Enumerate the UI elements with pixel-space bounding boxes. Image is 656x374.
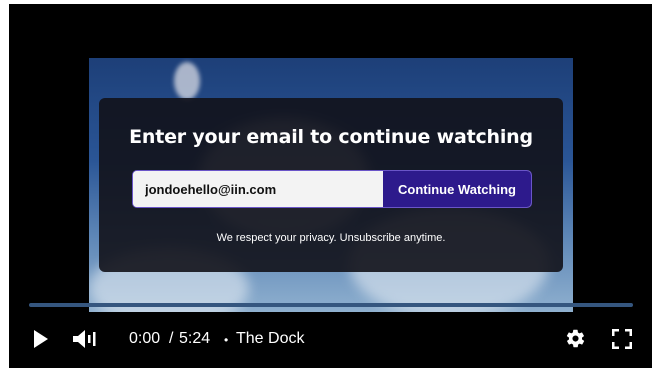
video-title: The Dock: [236, 330, 305, 347]
play-button[interactable]: [32, 329, 50, 349]
progress-bar[interactable]: [29, 303, 633, 307]
continue-watching-button[interactable]: Continue Watching: [383, 171, 531, 207]
email-form: Continue Watching: [132, 170, 532, 208]
current-time: 0:00: [129, 330, 161, 347]
control-bar: 0:00 / 5:24 • The Dock: [9, 320, 652, 356]
email-input[interactable]: [133, 171, 383, 207]
play-icon: [34, 330, 48, 348]
volume-button[interactable]: [72, 329, 100, 349]
title-separator: •: [224, 333, 229, 347]
email-gate-modal: Enter your email to continue watching Co…: [99, 98, 563, 272]
fullscreen-button[interactable]: [611, 328, 633, 350]
settings-button[interactable]: [565, 328, 586, 349]
video-surfer-figure: [174, 62, 200, 100]
modal-title: Enter your email to continue watching: [129, 126, 533, 148]
volume-icon: [73, 330, 96, 348]
privacy-note: We respect your privacy. Unsubscribe any…: [216, 232, 446, 244]
fullscreen-icon: [611, 328, 633, 350]
video-player[interactable]: Enter your email to continue watching Co…: [9, 4, 652, 368]
gear-icon: [566, 329, 585, 348]
time-separator: /: [169, 330, 174, 347]
duration: 5:24: [179, 330, 211, 347]
